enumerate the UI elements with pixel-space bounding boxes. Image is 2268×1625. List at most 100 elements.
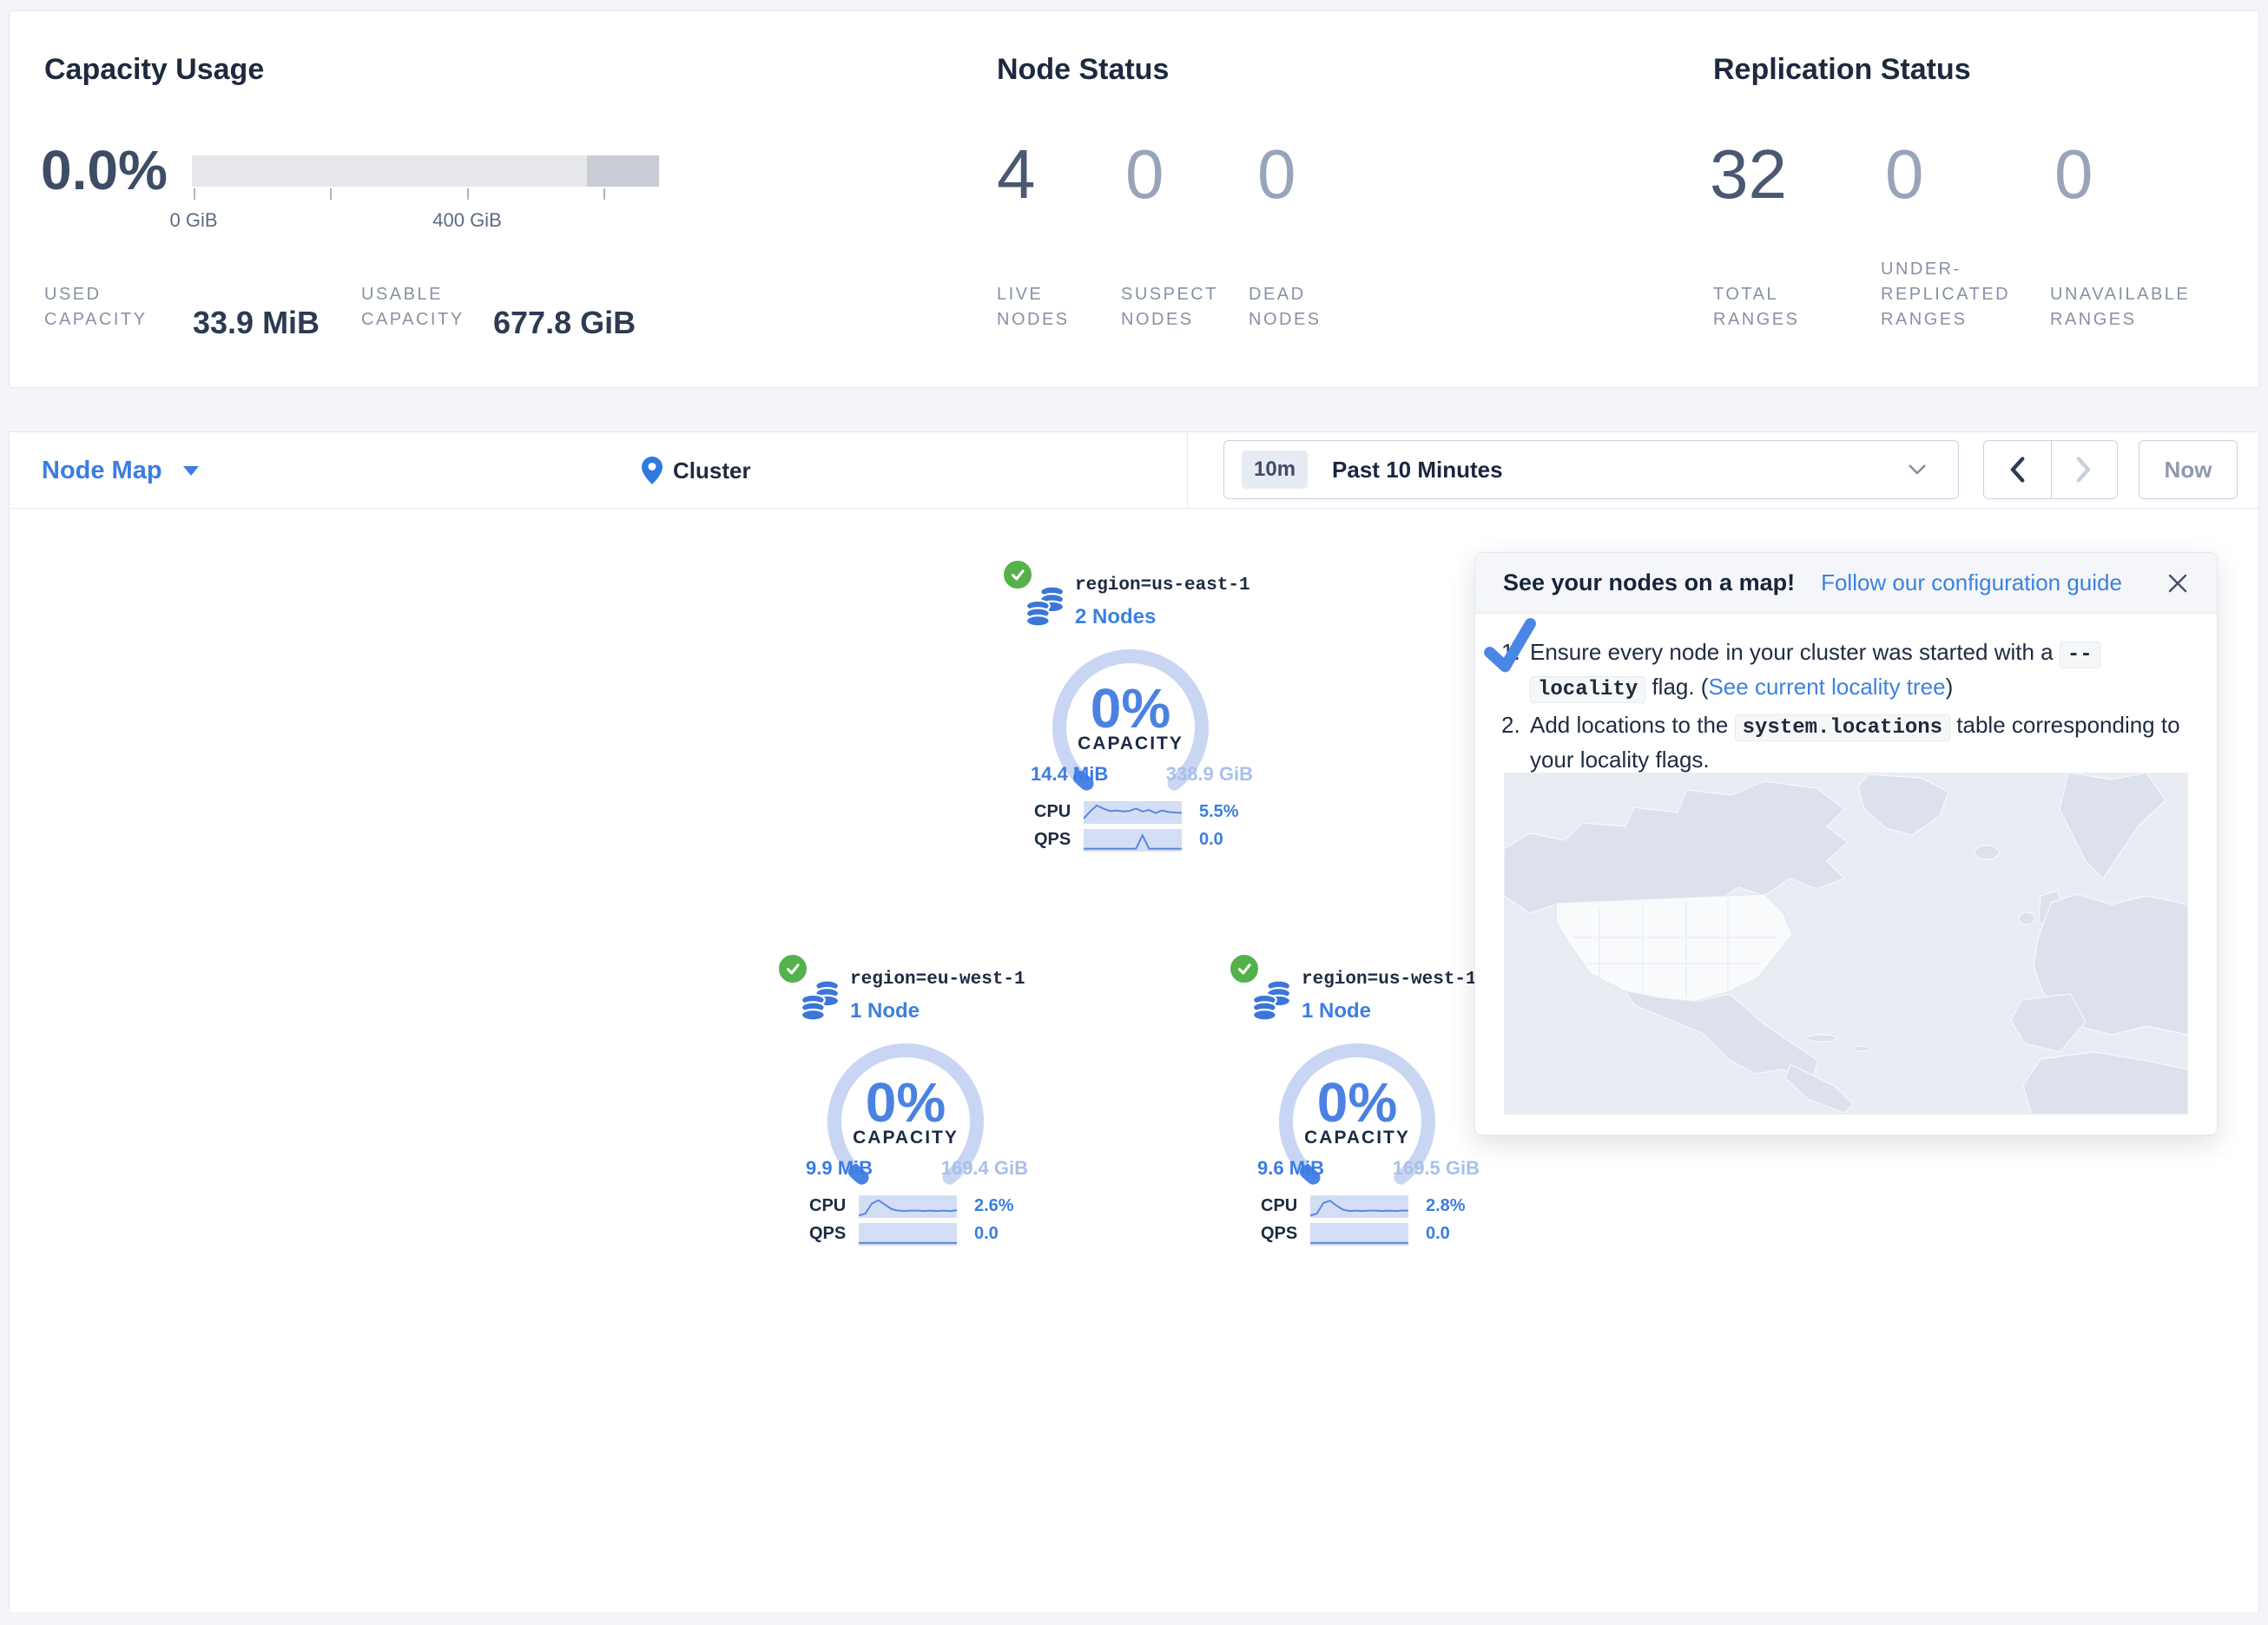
world-map — [1504, 773, 2188, 1115]
under-replicated-label: UNDER-REPLICATED RANGES — [1881, 257, 2033, 332]
unavailable-ranges-label: UNAVAILABLE RANGES — [2050, 282, 2224, 332]
nodemap-canvas: region=us-east-1 2 Nodes 0% CAPACITY 14.… — [10, 509, 2258, 1612]
region-card-us-east-1[interactable]: region=us-east-1 2 Nodes 0% CAPACITY 14.… — [1006, 565, 1267, 860]
region-card-eu-west-1[interactable]: region=eu-west-1 1 Node 0% CAPACITY 9.9 … — [781, 959, 1042, 1254]
map-pin-icon — [642, 457, 663, 484]
capacity-label: CAPACITY — [819, 1128, 992, 1148]
suspect-nodes-label: SUSPECT NODES — [1121, 282, 1234, 332]
tick-label-0: 0 GiB — [150, 209, 237, 232]
region-name: region=us-west-1 — [1302, 970, 1477, 990]
live-nodes-label: LIVE NODES — [997, 282, 1101, 332]
step-done-check-icon — [1480, 616, 1542, 676]
qps-value: 0.0 — [974, 1224, 999, 1244]
region-node-count: 2 Nodes — [1075, 605, 1156, 629]
step-1-text-a: Ensure every node in your cluster was st… — [1530, 639, 2060, 665]
chevron-left-icon — [2007, 457, 2027, 483]
toolbar-divider — [1187, 432, 1188, 509]
capacity-usage-title: Capacity Usage — [44, 53, 264, 87]
qps-label: QPS — [1261, 1224, 1297, 1244]
live-nodes-count: 4 — [997, 135, 1036, 214]
nodemap-config-popup: See your nodes on a map! Follow our conf… — [1474, 552, 2218, 1135]
database-nodes-icon — [801, 978, 841, 1028]
chevron-down-icon — [1908, 464, 1927, 476]
cluster-summary-bar: Capacity Usage 0.0% 0 GiB 400 GiB USED C… — [9, 10, 2259, 388]
locality-flag-code: locality — [1530, 676, 1645, 703]
qps-label: QPS — [809, 1224, 846, 1244]
database-nodes-icon — [1025, 584, 1065, 634]
chevron-down-icon — [183, 466, 199, 476]
capacity-used: 9.9 MiB — [806, 1157, 873, 1180]
cpu-value: 2.6% — [974, 1196, 1014, 1216]
close-icon[interactable] — [2165, 570, 2191, 596]
popup-steps: 1. Ensure every node in your cluster was… — [1501, 636, 2184, 776]
step-2-text-b: table corresponding to — [1950, 712, 2180, 738]
capacity-bar-ticks — [192, 188, 659, 201]
world-map-preview: 1 geo=sfo 2 Nodes 9% CAPACITY 3.2 GiB 35… — [1504, 773, 2188, 1115]
qps-sparkline — [1084, 829, 1182, 852]
system-locations-code: system.locations — [1735, 714, 1950, 741]
total-ranges-label: TOTAL RANGES — [1713, 282, 1826, 332]
cpu-value: 2.8% — [1426, 1196, 1466, 1216]
time-back-button[interactable] — [1983, 440, 2051, 499]
step-1-text-c: ) — [1946, 674, 1954, 700]
time-range-select[interactable]: 10m Past 10 Minutes — [1223, 440, 1959, 499]
time-range-value: Past 10 Minutes — [1332, 457, 1908, 484]
capacity-bar — [192, 155, 659, 187]
time-range-badge: 10m — [1242, 451, 1308, 489]
step-2-number: 2. — [1501, 709, 1520, 741]
usable-capacity-value: 677.8 GiB — [493, 305, 636, 341]
used-capacity-label: USED CAPACITY — [44, 282, 183, 332]
view-dropdown-node-map[interactable]: Node Map — [42, 432, 199, 509]
unavailable-ranges-count: 0 — [2054, 135, 2093, 214]
capacity-bar-reserved — [587, 155, 659, 187]
popup-header: See your nodes on a map! Follow our conf… — [1475, 553, 2217, 614]
region-node-count: 1 Node — [1302, 999, 1371, 1023]
capacity-label: CAPACITY — [1044, 734, 1217, 754]
qps-sparkline — [859, 1223, 957, 1246]
configuration-guide-link[interactable]: Follow our configuration guide — [1821, 569, 2122, 596]
step-2-text-a: Add locations to the — [1530, 712, 1735, 738]
total-ranges-count: 32 — [1710, 135, 1787, 214]
breadcrumb[interactable]: Cluster — [642, 432, 751, 509]
used-capacity-value: 33.9 MiB — [193, 305, 320, 341]
cpu-sparkline — [1310, 1195, 1408, 1218]
qps-sparkline — [1310, 1223, 1408, 1246]
step-1: 1. Ensure every node in your cluster was… — [1501, 636, 2184, 706]
capacity-used: 14.4 MiB — [1031, 763, 1108, 786]
time-forward-button[interactable] — [2051, 440, 2119, 499]
capacity-percent: 0% — [1270, 1070, 1444, 1135]
now-button[interactable]: Now — [2139, 440, 2238, 499]
capacity-label: CAPACITY — [1270, 1128, 1444, 1148]
step-2-text-c: your locality flags. — [1530, 747, 1710, 773]
capacity-total: 169.5 GiB — [1363, 1157, 1480, 1180]
dead-nodes-label: DEAD NODES — [1249, 282, 1353, 332]
nodemap-toolbar: Node Map Cluster 10m Past 10 Minutes Now — [10, 432, 2258, 509]
nodemap-panel: Node Map Cluster 10m Past 10 Minutes Now — [9, 431, 2259, 1612]
region-node-count: 1 Node — [850, 999, 920, 1023]
step-2: 2. Add locations to the system.locations… — [1501, 709, 2184, 776]
node-status-title: Node Status — [997, 53, 1169, 87]
cpu-label: CPU — [809, 1196, 846, 1216]
time-step-buttons — [1983, 440, 2118, 499]
breadcrumb-label: Cluster — [673, 457, 751, 484]
view-dropdown-label: Node Map — [42, 457, 162, 485]
capacity-percent: 0.0% — [41, 138, 168, 202]
capacity-percent: 0% — [819, 1070, 992, 1135]
replication-status-title: Replication Status — [1713, 53, 1971, 87]
locality-tree-link[interactable]: See current locality tree — [1708, 674, 1945, 700]
capacity-percent: 0% — [1044, 676, 1217, 740]
region-card-us-west-1[interactable]: region=us-west-1 1 Node 0% CAPACITY 9.6 … — [1233, 959, 1493, 1254]
suspect-nodes-count: 0 — [1125, 135, 1164, 214]
cpu-label: CPU — [1261, 1196, 1297, 1216]
cpu-sparkline — [1084, 801, 1182, 824]
capacity-total: 169.4 GiB — [912, 1157, 1028, 1180]
qps-value: 0.0 — [1199, 830, 1223, 850]
qps-value: 0.0 — [1426, 1224, 1450, 1244]
usable-capacity-label: USABLE CAPACITY — [361, 282, 509, 332]
region-name: region=eu-west-1 — [850, 970, 1025, 990]
now-button-label: Now — [2165, 457, 2212, 484]
qps-label: QPS — [1034, 830, 1071, 850]
capacity-total: 338.9 GiB — [1137, 763, 1253, 786]
capacity-used: 9.6 MiB — [1257, 1157, 1324, 1180]
cpu-label: CPU — [1034, 802, 1071, 822]
